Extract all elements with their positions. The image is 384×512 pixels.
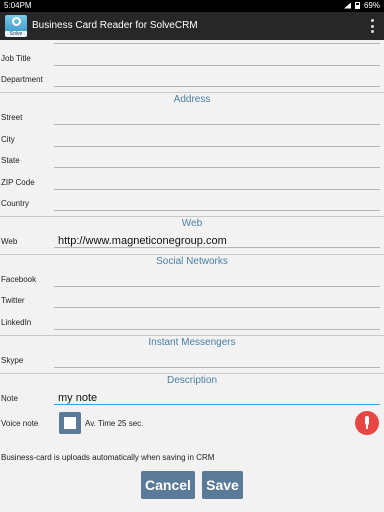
section-address: Address — [0, 92, 384, 107]
skype-label: Skype — [1, 356, 24, 365]
linkedin-input[interactable] — [54, 316, 380, 330]
voice-note-checkbox[interactable] — [59, 412, 81, 434]
app-logo-label: Solve — [5, 31, 27, 37]
linkedin-label: LinkedIn — [1, 318, 32, 327]
status-icons: 69% — [343, 1, 380, 10]
street-label: Street — [1, 113, 23, 122]
voice-note-time: Av. Time 25 sec. — [85, 419, 144, 428]
department-input[interactable] — [54, 73, 380, 87]
country-input[interactable] — [54, 197, 380, 211]
previous-field-input[interactable] — [54, 30, 380, 44]
city-label: City — [1, 135, 15, 144]
state-input[interactable] — [54, 154, 380, 168]
street-input[interactable] — [54, 111, 380, 125]
facebook-input[interactable] — [54, 273, 380, 287]
web-input[interactable] — [54, 234, 380, 248]
city-input[interactable] — [54, 133, 380, 147]
section-social-networks: Social Networks — [0, 254, 384, 269]
country-label: Country — [1, 199, 30, 208]
section-instant-messengers: Instant Messengers — [0, 335, 384, 350]
job-title-label: Job Title — [1, 54, 31, 63]
save-button[interactable]: Save — [202, 471, 243, 499]
zip-code-label: ZIP Code — [1, 178, 35, 187]
app-logo-icon: Solve — [5, 15, 27, 37]
status-bar: 5:04PM 69% — [0, 0, 384, 12]
microphone-icon[interactable] — [355, 411, 379, 435]
skype-input[interactable] — [54, 354, 380, 368]
note-input[interactable] — [54, 391, 380, 405]
section-description: Description — [0, 373, 384, 388]
web-label: Web — [1, 237, 18, 246]
zip-code-input[interactable] — [54, 176, 380, 190]
signal-icon — [343, 2, 351, 9]
upload-hint: Business-card is uploads automatically w… — [1, 453, 215, 462]
note-label: Note — [1, 394, 18, 403]
voice-note-label: Voice note — [1, 419, 39, 428]
state-label: State — [1, 156, 20, 165]
battery-level: 69% — [363, 1, 380, 10]
twitter-input[interactable] — [54, 294, 380, 308]
battery-icon — [354, 2, 360, 9]
cancel-button[interactable]: Cancel — [141, 471, 195, 499]
twitter-label: Twitter — [1, 296, 25, 305]
status-time: 5:04PM — [4, 1, 32, 10]
department-label: Department — [1, 75, 43, 84]
section-web: Web — [0, 216, 384, 231]
job-title-input[interactable] — [54, 52, 380, 66]
facebook-label: Facebook — [1, 275, 37, 284]
